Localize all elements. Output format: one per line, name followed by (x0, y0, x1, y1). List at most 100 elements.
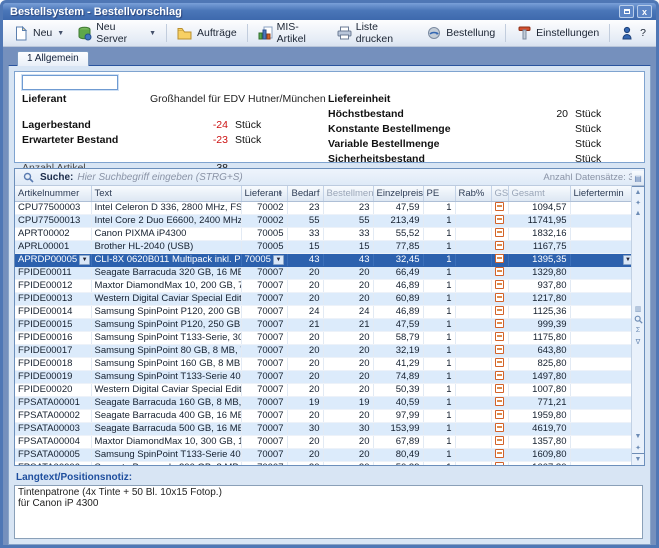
quick-edit-input[interactable] (22, 75, 118, 90)
cell-bedarf[interactable]: 21 (287, 318, 323, 331)
cell-gs[interactable] (491, 240, 508, 253)
cell-einzelpreis[interactable]: 46,89 (373, 279, 423, 292)
cell-artikelnummer[interactable]: FPSATA00003▼ (15, 422, 91, 435)
cell-einzelpreis[interactable]: 77,85 (373, 240, 423, 253)
cell-liefertermin[interactable]: ▼ (570, 422, 631, 435)
cell-rab[interactable] (455, 318, 491, 331)
cell-gs[interactable] (491, 461, 508, 465)
col-pe[interactable]: PE (423, 186, 455, 201)
table-row[interactable]: APRL00001▼ Brother HL-2040 (USB) 70005▼ … (15, 240, 631, 253)
cell-text[interactable]: Maxtor DiamondMax 10, 300 GB, 16 MB, 720… (91, 435, 241, 448)
cell-text[interactable]: Samsung SpinPoint T133-Serie 400 GB, 720… (91, 448, 241, 461)
col-gesamt[interactable]: Gesamt (508, 186, 570, 201)
cell-lieferant[interactable]: 70007▼ (241, 448, 287, 461)
cell-lieferant[interactable]: 70007▼ (241, 357, 287, 370)
cell-gesamt[interactable]: 1395,35 (508, 253, 570, 266)
cell-pe[interactable]: 1 (423, 422, 455, 435)
cell-einzelpreis[interactable]: 47,59 (373, 201, 423, 214)
gs-basket-icon[interactable] (495, 319, 504, 328)
table-row[interactable]: CPU77500013▼ Intel Core 2 Duo E6600, 240… (15, 214, 631, 227)
cell-rab[interactable] (455, 266, 491, 279)
cell-bestellmenge[interactable]: 20 (323, 461, 373, 465)
cell-einzelpreis[interactable]: 213,49 (373, 214, 423, 227)
cell-artikelnummer[interactable]: FPSATA00002▼ (15, 409, 91, 422)
filter-icon[interactable]: ∇ (632, 336, 644, 347)
cell-gs[interactable] (491, 214, 508, 227)
cell-rab[interactable] (455, 357, 491, 370)
cell-bedarf[interactable]: 20 (287, 383, 323, 396)
cell-einzelpreis[interactable]: 67,89 (373, 435, 423, 448)
cell-bedarf[interactable]: 20 (287, 344, 323, 357)
gs-basket-icon[interactable] (495, 462, 504, 466)
gs-basket-icon[interactable] (495, 358, 504, 367)
cell-pe[interactable]: 1 (423, 370, 455, 383)
cell-bestellmenge[interactable]: 19 (323, 396, 373, 409)
cell-bedarf[interactable]: 20 (287, 266, 323, 279)
cell-bestellmenge[interactable]: 21 (323, 318, 373, 331)
cell-liefertermin[interactable]: ▼ (570, 305, 631, 318)
col-lieferant[interactable]: ▼Lieferant (241, 186, 287, 201)
grid-scroll-area[interactable]: Artikelnummer Text ▼Lieferant Bedarf Bes… (15, 186, 631, 465)
new-server-dropdown-icon[interactable]: ▼ (149, 30, 156, 37)
cell-einzelpreis[interactable]: 66,49 (373, 266, 423, 279)
cell-liefertermin[interactable]: ▼ (570, 396, 631, 409)
cell-lieferant[interactable]: 70007▼ (241, 409, 287, 422)
table-row[interactable]: FPIDE00017▼ Samsung SpinPoint 80 GB, 8 M… (15, 344, 631, 357)
cell-text[interactable]: Seagate Barracuda 200 GB, 8 MB, 7200, NC… (91, 461, 241, 465)
cell-gesamt[interactable]: 771,21 (508, 396, 570, 409)
table-row[interactable]: FPSATA00005▼ Samsung SpinPoint T133-Seri… (15, 448, 631, 461)
cell-pe[interactable]: 1 (423, 435, 455, 448)
cell-artikelnummer[interactable]: CPU77500013▼ (15, 214, 91, 227)
gs-basket-icon[interactable] (495, 280, 504, 289)
cell-gs[interactable] (491, 344, 508, 357)
scroll-last-row-icon[interactable]: ▼ (632, 453, 644, 464)
cell-lieferant[interactable]: 70007▼ (241, 292, 287, 305)
zoom-row-icon[interactable] (632, 314, 644, 325)
cell-lieferant[interactable]: 70005▼ (241, 240, 287, 253)
gs-basket-icon[interactable] (495, 241, 504, 250)
cell-liefertermin[interactable]: ▼ (570, 409, 631, 422)
cell-pe[interactable]: 1 (423, 214, 455, 227)
cell-bedarf[interactable]: 20 (287, 435, 323, 448)
cell-bedarf[interactable]: 20 (287, 448, 323, 461)
cell-pe[interactable]: 1 (423, 305, 455, 318)
cell-text[interactable]: Intel Celeron D 336, 2800 MHz, FSB 533 M… (91, 201, 241, 214)
help-button[interactable]: ? (614, 22, 652, 44)
cell-rab[interactable] (455, 461, 491, 465)
cell-bestellmenge[interactable]: 20 (323, 279, 373, 292)
cell-bestellmenge[interactable]: 24 (323, 305, 373, 318)
cell-text[interactable]: Maxtor DiamondMax 10, 200 GB, 7200 (91, 279, 241, 292)
cell-bestellmenge[interactable]: 20 (323, 383, 373, 396)
cell-bedarf[interactable]: 30 (287, 422, 323, 435)
cell-bedarf[interactable]: 23 (287, 201, 323, 214)
cell-liefertermin[interactable]: ▼ (570, 240, 631, 253)
cell-gs[interactable] (491, 383, 508, 396)
cell-pe[interactable]: 1 (423, 448, 455, 461)
gs-basket-icon[interactable] (495, 410, 504, 419)
auftraege-button[interactable]: Aufträge (171, 22, 243, 44)
tab-allgemein[interactable]: 1 Allgemein (17, 51, 89, 66)
cell-lieferant[interactable]: 70007▼ (241, 396, 287, 409)
cell-liefertermin[interactable]: ▼ (570, 292, 631, 305)
cell-rab[interactable] (455, 253, 491, 266)
cell-bedarf[interactable]: 20 (287, 461, 323, 465)
cell-lieferant[interactable]: 70007▼ (241, 331, 287, 344)
cell-einzelpreis[interactable]: 97,99 (373, 409, 423, 422)
cell-gs[interactable] (491, 305, 508, 318)
cell-pe[interactable]: 1 (423, 396, 455, 409)
gs-basket-icon[interactable] (495, 332, 504, 341)
col-rab[interactable]: Rab% (455, 186, 491, 201)
cell-bestellmenge[interactable]: 15 (323, 240, 373, 253)
cell-artikelnummer[interactable]: APRL00001▼ (15, 240, 91, 253)
gs-basket-icon[interactable] (495, 449, 504, 458)
gs-basket-icon[interactable] (495, 228, 504, 237)
cell-gs[interactable] (491, 331, 508, 344)
cell-liefertermin[interactable]: ▼ (570, 253, 631, 266)
scroll-page-up-icon[interactable]: ✦ (632, 197, 644, 208)
termin-dropdown-icon[interactable]: ▼ (623, 255, 632, 265)
cell-einzelpreis[interactable]: 32,45 (373, 253, 423, 266)
table-row[interactable]: FPIDE00016▼ Samsung SpinPoint T133-Serie… (15, 331, 631, 344)
cell-text[interactable]: Samsung SpinPoint 80 GB, 8 MB, 7200 (91, 344, 241, 357)
cell-lieferant[interactable]: 70007▼ (241, 461, 287, 465)
table-row[interactable]: FPSATA00001▼ Seagate Barracuda 160 GB, 8… (15, 396, 631, 409)
